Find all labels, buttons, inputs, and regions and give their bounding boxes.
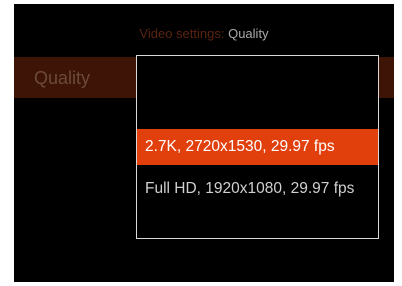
quality-option-2-7k[interactable]: 2.7K, 2720x1530, 29.97 fps: [137, 129, 378, 165]
setting-label: Quality: [34, 68, 91, 88]
quality-dropdown: 2.7K, 2720x1530, 29.97 fps Full HD, 1920…: [136, 55, 379, 239]
page-title-prefix: Video settings:: [139, 26, 225, 41]
page-title: Video settings: Quality: [14, 26, 394, 42]
camera-screen: Video settings: Quality Quality 2.7K, 27…: [14, 4, 394, 282]
page-title-value: Quality: [228, 26, 269, 41]
quality-option-full-hd[interactable]: Full HD, 1920x1080, 29.97 fps: [137, 171, 378, 207]
